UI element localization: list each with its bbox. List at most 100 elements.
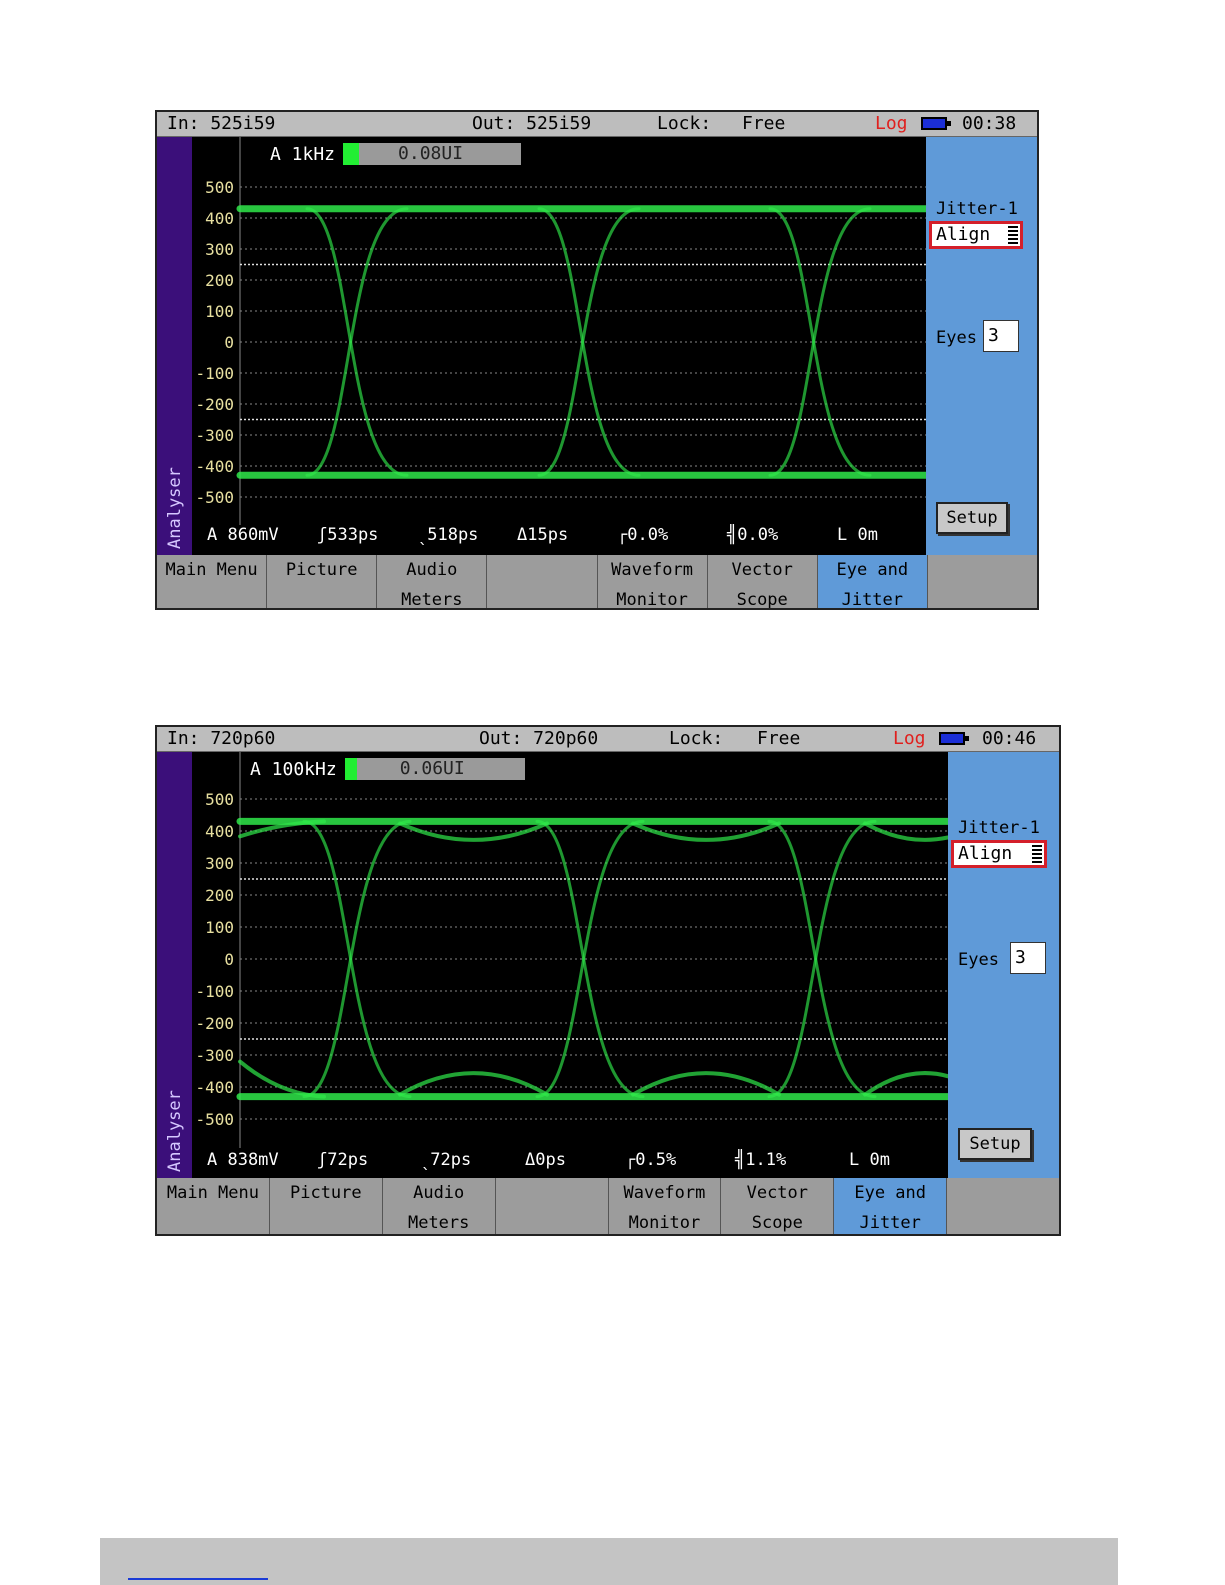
jitter-meter: 0.08UI (343, 143, 522, 165)
setup-button[interactable]: Setup (958, 1128, 1032, 1160)
output-format: Out: 720p60 (479, 728, 599, 749)
scope-frequency: A 100kHz (250, 758, 337, 780)
rise-time-value: ʃ533ps (317, 525, 379, 545)
amplitude-value: A 838mV (207, 1150, 279, 1170)
tab-waveform-monitor[interactable]: Waveform Monitor (608, 1178, 722, 1234)
eyes-field[interactable]: 3 (1010, 942, 1046, 974)
tab-main-menu[interactable]: Main Menu (157, 1178, 270, 1234)
control-panel: Jitter-1 Align Eyes 3 Setup (948, 752, 1059, 1178)
y-tick-label: 200 (205, 271, 234, 290)
eye-diagram-plot: 500 400 300 200 100 0 -100 -200 -300 -400 -500 A 1… (192, 752, 948, 1178)
tab-waveform-monitor[interactable]: Waveform Monitor (597, 555, 708, 608)
lock-status: Free (742, 113, 786, 134)
analyser-side-label: Analyser (157, 137, 192, 555)
y-tick-label: 400 (205, 209, 234, 228)
y-tick-label: -400 (195, 457, 234, 476)
y-tick-label: -500 (195, 1110, 234, 1129)
y-tick-label: -400 (195, 1078, 234, 1097)
tab-main-menu[interactable]: Main Menu (157, 555, 268, 608)
eyes-label: Eyes (958, 950, 999, 970)
log-indicator[interactable]: Log (893, 727, 926, 751)
overshoot-rise-value: ┌0.0% (617, 525, 669, 545)
y-tick-label: 300 (205, 240, 234, 259)
eye-ripple-trace (398, 821, 948, 842)
tab-vector-scope[interactable]: Vector Scope (721, 1178, 835, 1234)
analyser-screen-1: In: 525i59 Out: 525i59 Lock: Free Log 00… (155, 110, 1039, 610)
overshoot-fall-value: ╣0.0% (727, 525, 779, 545)
jitter-meter: 0.06UI (344, 758, 525, 780)
analyser-screen-2: In: 720p60 Out: 720p60 Lock: Free Log 00… (155, 725, 1061, 1236)
control-panel: Jitter-1 Align Eyes 3 Setup (926, 137, 1037, 555)
jitter-mode-label: Jitter-1 (936, 199, 1018, 219)
eye-diagram-svg: 500 400 300 200 100 0 -100 -200 -300 -400 -500 (195, 752, 948, 1148)
y-tick-label: 0 (224, 333, 234, 352)
measurement-row: A 860mV ʃ533ps ˎ518ps Δ15ps ┌0.0% ╣0.0% … (192, 525, 926, 549)
y-tick-label: -500 (195, 488, 234, 507)
lock-label: Lock: (657, 113, 712, 134)
eye-trace-group (236, 205, 926, 479)
tab-eye-and-jitter[interactable]: Eye and Jitter (817, 555, 928, 608)
y-tick-label: 300 (205, 854, 234, 873)
setup-button[interactable]: Setup (936, 502, 1008, 534)
overshoot-fall-value: ╣1.1% (735, 1150, 787, 1170)
battery-icon (939, 732, 969, 745)
fall-time-value: ˎ518ps (417, 525, 479, 545)
y-tick-label: -100 (195, 982, 234, 1001)
input-format: In: 720p60 (167, 728, 276, 749)
rise-time-value: ʃ72ps (317, 1150, 369, 1170)
eye-ripple-trace (398, 1071, 948, 1097)
align-select[interactable]: Align (951, 840, 1047, 868)
jitter-meter-fill (343, 143, 360, 165)
clock-time: 00:46 (982, 728, 1037, 749)
y-tick-label: 0 (224, 950, 234, 969)
tab-empty-1[interactable] (495, 1178, 609, 1234)
cable-length-value: L 0m (849, 1150, 890, 1170)
clock-time: 00:38 (962, 113, 1017, 134)
log-indicator[interactable]: Log (875, 112, 908, 136)
lock-label: Lock: (669, 728, 724, 749)
y-tick-label: -200 (195, 1014, 234, 1033)
footer-link-underline[interactable] (128, 1578, 268, 1580)
tab-audio-meters[interactable]: Audio Meters (382, 1178, 496, 1234)
lock-status: Free (757, 728, 801, 749)
tab-vector-scope[interactable]: Vector Scope (707, 555, 818, 608)
tab-picture[interactable]: Picture (269, 1178, 383, 1234)
rise-fall-delta-value: Δ15ps (517, 525, 569, 545)
jitter-meter-bar: A 1kHz 0.08UI (270, 143, 522, 165)
eyes-field[interactable]: 3 (983, 320, 1019, 352)
eye-falling-edge (537, 207, 641, 477)
function-tab-bar: Main Menu Picture Audio Meters Waveform Mo… (157, 555, 1037, 608)
scroll-handle-icon (1008, 226, 1018, 246)
amplitude-value: A 860mV (207, 525, 279, 545)
align-select[interactable]: Align (929, 221, 1023, 249)
tab-empty-1[interactable] (487, 555, 598, 608)
y-tick-label: 400 (205, 822, 234, 841)
tab-eye-and-jitter[interactable]: Eye and Jitter (834, 1178, 948, 1234)
scope-frequency: A 1kHz (270, 143, 336, 165)
eye-ripple-trace (238, 1059, 326, 1099)
tab-empty-2[interactable] (927, 555, 1037, 608)
jitter-ui-value: 0.06UI (399, 758, 465, 779)
battery-icon (921, 117, 951, 130)
tab-picture[interactable]: Picture (267, 555, 378, 608)
analyser-side-label: Analyser (157, 752, 192, 1178)
y-tick-label: 500 (205, 790, 234, 809)
output-format: Out: 525i59 (472, 113, 592, 134)
y-tick-label: 100 (205, 918, 234, 937)
cable-length-value: L 0m (837, 525, 878, 545)
function-tab-bar: Main Menu Picture Audio Meters Waveform Mo… (157, 1178, 1059, 1234)
eye-diagram-svg: 500 400 300 200 100 0 -100 -200 -300 -400 -500 (195, 137, 926, 525)
jitter-mode-label: Jitter-1 (958, 818, 1040, 838)
input-format: In: 525i59 (167, 113, 276, 134)
jitter-meter-bar: A 100kHz 0.06UI (250, 758, 525, 780)
measurement-row: A 838mV ʃ72ps ˎ72ps Δ0ps ┌0.5% ╣1.1% L 0… (192, 1150, 948, 1174)
rise-fall-delta-value: Δ0ps (525, 1150, 566, 1170)
fall-time-value: ˎ72ps (420, 1150, 472, 1170)
tab-empty-2[interactable] (947, 1178, 1059, 1234)
y-tick-label: -300 (195, 426, 234, 445)
y-tick-label: -300 (195, 1046, 234, 1065)
tab-audio-meters[interactable]: Audio Meters (377, 555, 488, 608)
eye-diagram-plot: 500 400 300 200 100 0 -100 -200 -300 -400 -500 A 1… (192, 137, 926, 555)
eye-rising-edge (537, 207, 641, 477)
y-tick-label: 500 (205, 178, 234, 197)
